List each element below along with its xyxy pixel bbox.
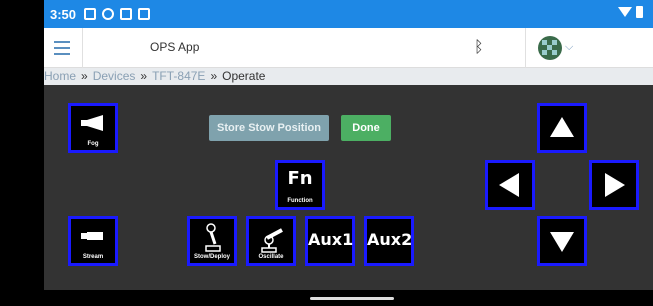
status-time: 3:50 bbox=[50, 6, 77, 22]
aux2-button[interactable]: Aux2 bbox=[364, 216, 414, 266]
aux2-label: Aux2 bbox=[367, 230, 413, 249]
breadcrumb: Home » Devices » TFT-847E » Operate bbox=[44, 68, 653, 85]
stream-label: Stream bbox=[82, 254, 104, 260]
done-button[interactable]: Done bbox=[341, 115, 391, 141]
battery-icon bbox=[636, 6, 643, 18]
avatar[interactable] bbox=[538, 36, 562, 60]
stow-deploy-button[interactable]: Stow/Deploy bbox=[187, 216, 237, 266]
stow-label: Stow/Deploy bbox=[193, 254, 230, 260]
app-title: OPS App bbox=[150, 40, 200, 54]
image-icon bbox=[138, 8, 151, 20]
breadcrumb-separator: » bbox=[210, 69, 218, 83]
oscillate-button[interactable]: Oscillate bbox=[246, 216, 296, 266]
fog-nozzle-icon bbox=[81, 115, 103, 131]
oscillate-icon bbox=[261, 228, 283, 253]
arrow-down-icon bbox=[550, 232, 574, 252]
breadcrumb-home[interactable]: Home bbox=[44, 69, 76, 83]
breadcrumb-device[interactable]: TFT-847E bbox=[152, 69, 205, 83]
function-label: Function bbox=[287, 198, 313, 204]
status-right bbox=[618, 6, 643, 18]
function-button[interactable]: Fn Function bbox=[275, 160, 325, 210]
oscillate-label: Oscillate bbox=[258, 254, 284, 260]
breadcrumb-separator: » bbox=[140, 69, 148, 83]
breadcrumb-devices[interactable]: Devices bbox=[93, 69, 136, 83]
aux1-label: Aux1 bbox=[308, 230, 354, 249]
stow-icon bbox=[205, 223, 221, 252]
arrow-up-icon bbox=[550, 117, 574, 137]
arrow-right-button[interactable] bbox=[589, 160, 639, 210]
fog-label: Fog bbox=[87, 141, 99, 147]
notification-icon bbox=[84, 8, 97, 20]
breadcrumb-separator: » bbox=[81, 69, 88, 83]
arrow-down-button[interactable] bbox=[537, 216, 587, 266]
arrow-left-button[interactable] bbox=[485, 160, 535, 210]
divider bbox=[82, 28, 83, 68]
arrow-up-button[interactable] bbox=[537, 103, 587, 153]
status-bar: 3:50 bbox=[44, 0, 653, 28]
chevron-down-icon[interactable]: ⌵ bbox=[565, 41, 573, 54]
breadcrumb-current: Operate bbox=[222, 69, 266, 83]
arrow-left-icon bbox=[499, 173, 519, 197]
function-big-label: Fn bbox=[287, 168, 313, 189]
system-nav-bar bbox=[44, 290, 653, 306]
wifi-icon bbox=[618, 7, 632, 17]
home-gesture-handle[interactable] bbox=[310, 297, 394, 300]
stream-button[interactable]: Stream bbox=[68, 216, 118, 266]
stream-nozzle-icon bbox=[81, 232, 103, 240]
hamburger-icon[interactable] bbox=[54, 41, 70, 59]
fog-button[interactable]: Fog bbox=[68, 103, 118, 153]
globe-icon bbox=[102, 8, 115, 20]
arrow-right-icon bbox=[605, 173, 625, 197]
app-bar: OPS App ᛒ ⌵ bbox=[44, 28, 653, 68]
bluetooth-icon[interactable]: ᛒ bbox=[474, 37, 484, 56]
device-screen: 3:50 OPS App ᛒ ⌵ Home» Devices» TFT-847E» O… bbox=[44, 0, 653, 306]
operate-panel: Fog Stream Store Stow Position Done Fn F… bbox=[44, 85, 653, 290]
store-stow-position-button[interactable]: Store Stow Position bbox=[209, 115, 329, 141]
message-icon bbox=[120, 8, 133, 20]
aux1-button[interactable]: Aux1 bbox=[305, 216, 355, 266]
divider bbox=[525, 28, 526, 68]
